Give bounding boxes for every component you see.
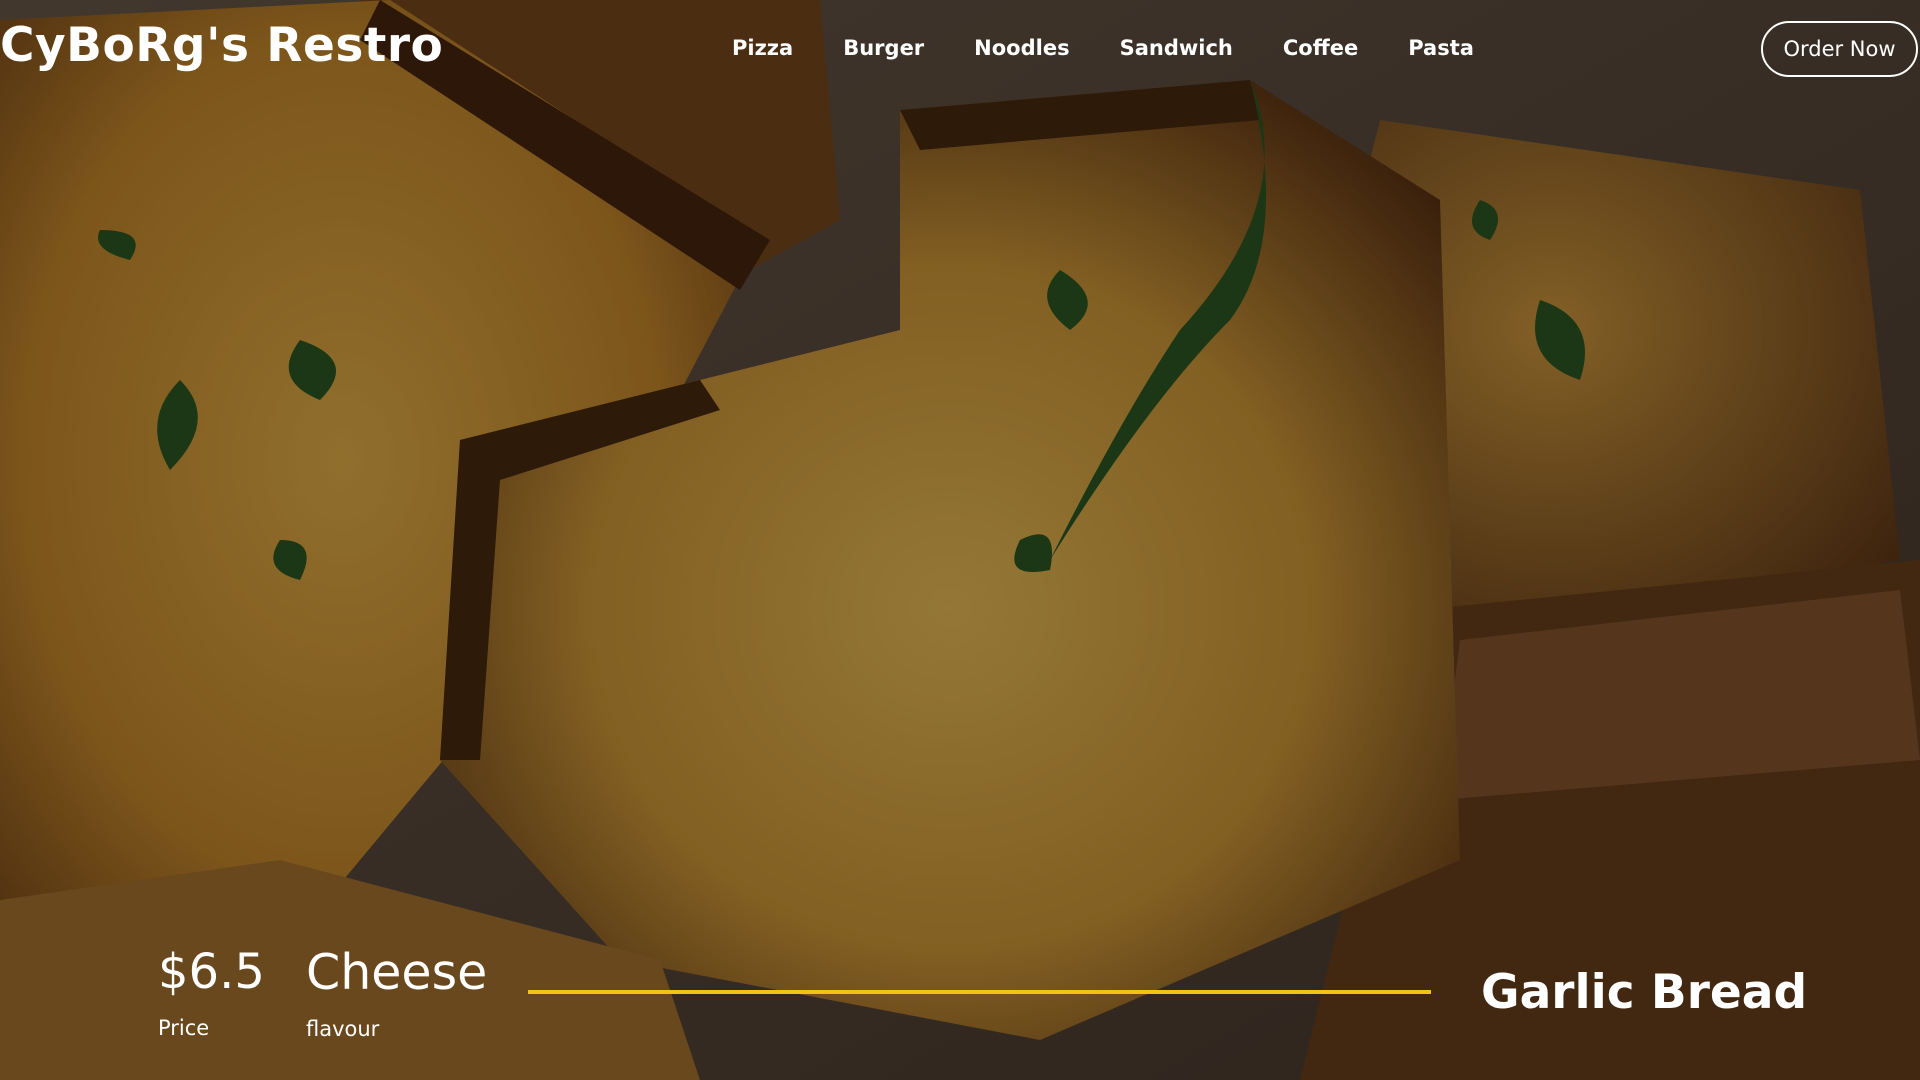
price-block: $6.5 Price xyxy=(158,948,265,1040)
navbar: CyBoRg's Restro Pizza Burger Noodles San… xyxy=(0,0,1920,100)
dark-overlay xyxy=(0,0,1920,1080)
flavour-label: flavour xyxy=(306,1017,380,1041)
price-value: $6.5 xyxy=(158,944,265,1000)
order-now-button[interactable]: Order Now xyxy=(1761,21,1918,77)
price-label: Price xyxy=(158,1016,210,1040)
brand-logo[interactable]: CyBoRg's Restro xyxy=(0,18,443,73)
nav-link-pasta[interactable]: Pasta xyxy=(1408,36,1474,60)
nav-link-pizza[interactable]: Pizza xyxy=(732,36,793,60)
flavour-block: Cheese flavour xyxy=(306,948,487,1041)
dish-name: Garlic Bread xyxy=(1481,965,1808,1020)
nav-link-burger[interactable]: Burger xyxy=(843,36,924,60)
nav-links: Pizza Burger Noodles Sandwich Coffee Pas… xyxy=(732,36,1524,60)
nav-link-noodles[interactable]: Noodles xyxy=(974,36,1069,60)
hero-section: CyBoRg's Restro Pizza Burger Noodles San… xyxy=(0,0,1920,1080)
nav-link-coffee[interactable]: Coffee xyxy=(1283,36,1358,60)
flavour-value: Cheese xyxy=(306,944,488,1001)
nav-link-sandwich[interactable]: Sandwich xyxy=(1120,36,1233,60)
accent-divider xyxy=(528,990,1431,994)
